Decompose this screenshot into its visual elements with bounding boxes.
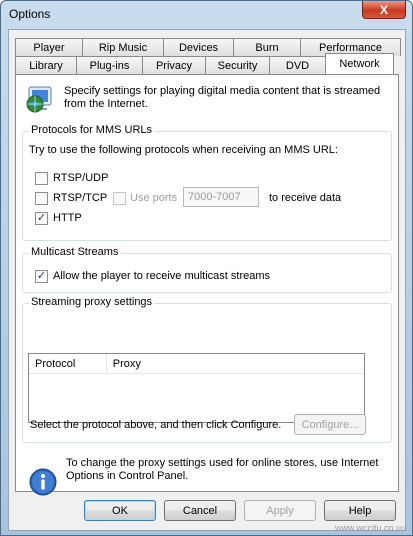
tab-burn[interactable]: Burn (233, 38, 301, 56)
proxy-group-label: Streaming proxy settings (29, 296, 155, 308)
column-header-proxy[interactable]: Proxy (107, 354, 364, 373)
window-title: Options (9, 7, 51, 21)
ports-input[interactable]: 7000-7007 (183, 187, 259, 207)
allow-multicast-label: Allow the player to receive multicast st… (53, 270, 271, 282)
use-ports-checkbox[interactable] (113, 192, 126, 205)
allow-multicast-checkbox[interactable]: ✓ (35, 270, 48, 283)
info-icon (29, 468, 57, 496)
apply-button[interactable]: Apply (244, 500, 316, 521)
rtsp-udp-label: RTSP/UDP (53, 172, 109, 184)
use-ports-label: Use ports (130, 192, 178, 204)
tab-network[interactable]: Network (325, 53, 394, 74)
close-button[interactable]: X (362, 1, 406, 19)
protocols-group: Protocols for MMS URLs Try to use the fo… (22, 124, 392, 241)
info-text: To change the proxy settings used for on… (66, 457, 379, 482)
proxy-hint: Select the protocol above, and then clic… (30, 419, 282, 431)
dialog-client-area: Player Rip Music Devices Burn Performanc… (8, 29, 406, 531)
multicast-group-label: Multicast Streams (29, 246, 121, 258)
close-icon: X (379, 2, 388, 17)
intro-description: Specify settings for playing digital med… (64, 85, 381, 110)
ports-suffix-label: to receive data (269, 192, 342, 204)
tab-security[interactable]: Security (205, 56, 270, 74)
watermark-text: www.wccitu.co.uu (334, 523, 406, 533)
cancel-button[interactable]: Cancel (164, 500, 236, 521)
tab-library[interactable]: Library (15, 56, 77, 74)
http-checkbox[interactable]: ✓ (35, 212, 48, 225)
help-button[interactable]: Help (324, 500, 396, 521)
proxy-list-header: Protocol Proxy (29, 354, 364, 374)
protocols-group-label: Protocols for MMS URLs (29, 124, 155, 136)
network-tab-panel: Specify settings for playing digital med… (15, 74, 399, 496)
tab-privacy[interactable]: Privacy (142, 56, 206, 74)
tab-rip-music[interactable]: Rip Music (82, 38, 164, 56)
tab-plug-ins[interactable]: Plug-ins (76, 56, 143, 74)
configure-button[interactable]: Configure... (294, 414, 366, 435)
proxy-list[interactable]: Protocol Proxy (28, 353, 365, 423)
tab-devices[interactable]: Devices (163, 38, 234, 56)
tab-row-bottom: Library Plug-ins Privacy Security DVD Ne… (15, 53, 394, 74)
rtsp-tcp-label: RTSP/TCP (53, 192, 108, 204)
tab-dvd[interactable]: DVD (269, 56, 326, 74)
http-label: HTTP (53, 212, 82, 224)
rtsp-tcp-checkbox[interactable] (35, 192, 48, 205)
multicast-group: Multicast Streams ✓ Allow the player to … (22, 246, 392, 293)
ok-button[interactable]: OK (84, 500, 156, 521)
network-globe-icon (26, 86, 52, 113)
tab-player[interactable]: Player (15, 38, 83, 56)
column-header-protocol[interactable]: Protocol (29, 354, 107, 373)
title-bar[interactable]: Options X (1, 1, 412, 29)
options-window: Options X Player Rip Music Devices Burn … (0, 0, 413, 536)
protocols-instruction: Try to use the following protocols when … (29, 144, 338, 156)
rtsp-udp-checkbox[interactable] (35, 172, 48, 185)
